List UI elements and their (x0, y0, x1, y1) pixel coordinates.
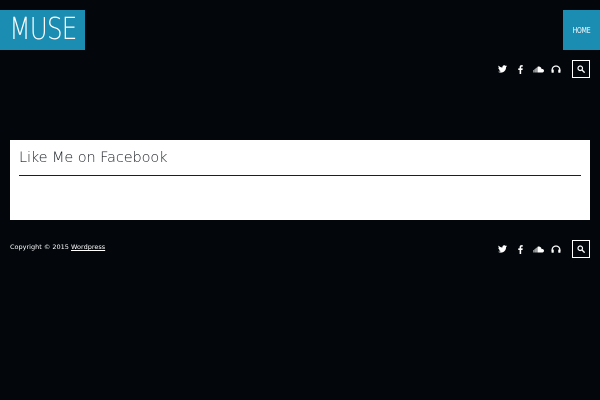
search-button[interactable] (572, 60, 590, 78)
twitter-icon[interactable] (493, 60, 511, 78)
soundcloud-icon[interactable] (529, 240, 547, 258)
site-logo[interactable]: MUSE (0, 10, 85, 50)
facebook-icon[interactable] (511, 60, 529, 78)
facebook-widget: Like Me on Facebook (10, 140, 590, 220)
nav-home-label: HOME (572, 25, 591, 35)
nav-home-link[interactable]: HOME (563, 10, 600, 50)
search-button[interactable] (572, 240, 590, 258)
footer-copyright: Copyright © 2015 Wordpress (10, 243, 105, 251)
headphones-icon[interactable] (547, 60, 565, 78)
headphones-icon[interactable] (547, 240, 565, 258)
footer-social-bar (493, 240, 590, 258)
facebook-icon[interactable] (511, 240, 529, 258)
twitter-icon[interactable] (493, 240, 511, 258)
header-social-bar (493, 60, 590, 78)
search-icon (577, 245, 585, 253)
soundcloud-icon[interactable] (529, 60, 547, 78)
logo-text: MUSE (8, 12, 77, 47)
copyright-text: Copyright © 2015 (10, 243, 69, 251)
widget-title: Like Me on Facebook (19, 150, 581, 177)
wordpress-link[interactable]: Wordpress (71, 243, 105, 251)
search-icon (577, 65, 585, 73)
